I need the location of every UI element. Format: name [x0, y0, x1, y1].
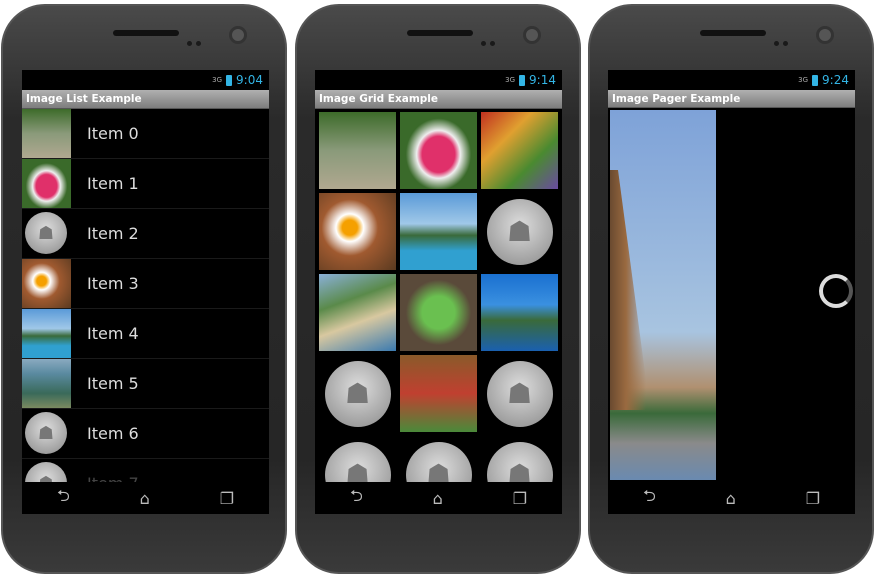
screen: 3G 9:14 Image Grid Example ☗ ☗ ☗ ☗ ☗ ☗ ⮌…	[315, 70, 562, 514]
grid-image[interactable]	[319, 274, 396, 351]
screen: 3G 9:04 Image List Example Item 0 Item 1…	[22, 70, 269, 514]
android-placeholder-icon: ☗	[25, 412, 67, 454]
recent-apps-button[interactable]: ❐	[513, 489, 527, 508]
phone-pager: 3G 9:24 Image Pager Example ⮌ ⌂ ❐	[588, 4, 874, 574]
battery-icon	[812, 74, 819, 86]
home-button[interactable]: ⌂	[726, 489, 736, 508]
list-item[interactable]: ☗ Item 6	[22, 409, 269, 459]
grid-image[interactable]	[400, 193, 477, 270]
grid-image[interactable]	[319, 193, 396, 270]
title-bar: Image Pager Example	[608, 90, 855, 108]
grid-image[interactable]	[400, 112, 477, 189]
image-list[interactable]: Item 0 Item 1 ☗ Item 2 Item 3 Item 4 Item…	[22, 109, 269, 509]
title-bar: Image Grid Example	[315, 90, 562, 109]
network-icon: 3G	[212, 76, 223, 84]
list-item[interactable]: ☗ Item 2	[22, 209, 269, 259]
grid-image[interactable]	[481, 112, 558, 189]
thumbnail	[22, 159, 71, 208]
sensors	[187, 31, 209, 46]
phone-grid: 3G 9:14 Image Grid Example ☗ ☗ ☗ ☗ ☗ ☗ ⮌…	[295, 4, 581, 574]
speaker	[407, 30, 473, 36]
back-button[interactable]: ⮌	[643, 485, 656, 512]
pager-image[interactable]	[610, 110, 716, 480]
thumbnail	[22, 109, 71, 158]
thumbnail: ☗	[22, 409, 71, 458]
clock: 9:24	[822, 73, 849, 87]
camera	[523, 26, 541, 44]
grid-image[interactable]	[400, 355, 477, 432]
nav-bar: ⮌ ⌂ ❐	[608, 482, 855, 514]
list-item[interactable]: Item 0	[22, 109, 269, 159]
grid-image[interactable]	[481, 274, 558, 351]
recent-apps-button[interactable]: ❐	[806, 489, 820, 508]
grid-image[interactable]	[400, 274, 477, 351]
grid-image[interactable]: ☗	[481, 355, 558, 432]
back-button[interactable]: ⮌	[350, 485, 363, 512]
clock: 9:04	[236, 73, 263, 87]
clock: 9:14	[529, 73, 556, 87]
grid-image[interactable]	[319, 112, 396, 189]
recent-apps-button[interactable]: ❐	[220, 489, 234, 508]
screen: 3G 9:24 Image Pager Example ⮌ ⌂ ❐	[608, 70, 855, 514]
android-placeholder-icon: ☗	[486, 198, 553, 265]
speaker	[700, 30, 766, 36]
network-icon: 3G	[505, 76, 516, 84]
item-label: Item 6	[87, 424, 139, 443]
item-label: Item 1	[87, 174, 139, 193]
thumbnail	[22, 359, 71, 408]
list-item[interactable]: Item 1	[22, 159, 269, 209]
phone-list: 3G 9:04 Image List Example Item 0 Item 1…	[1, 4, 287, 574]
status-bar: 3G 9:14	[315, 70, 562, 90]
list-item[interactable]: Item 3	[22, 259, 269, 309]
item-label: Item 0	[87, 124, 139, 143]
home-button[interactable]: ⌂	[140, 489, 150, 508]
battery-icon	[519, 74, 526, 86]
camera	[229, 26, 247, 44]
title-bar: Image List Example	[22, 90, 269, 109]
status-bar: 3G 9:04	[22, 70, 269, 90]
thumbnail	[22, 259, 71, 308]
list-item[interactable]: Item 5	[22, 359, 269, 409]
sensors	[481, 31, 503, 46]
sensors	[774, 31, 796, 46]
camera	[816, 26, 834, 44]
item-label: Item 3	[87, 274, 139, 293]
battery-icon	[226, 74, 233, 86]
item-label: Item 4	[87, 324, 139, 343]
list-item[interactable]: Item 4	[22, 309, 269, 359]
grid-image[interactable]: ☗	[319, 355, 396, 432]
thumbnail: ☗	[22, 209, 71, 258]
image-grid[interactable]: ☗ ☗ ☗ ☗ ☗ ☗	[315, 109, 562, 514]
item-label: Item 2	[87, 224, 139, 243]
android-placeholder-icon: ☗	[324, 360, 391, 427]
android-placeholder-icon: ☗	[486, 360, 553, 427]
loading-spinner	[819, 274, 853, 308]
thumbnail	[22, 309, 71, 358]
nav-bar: ⮌ ⌂ ❐	[315, 482, 562, 514]
nav-bar: ⮌ ⌂ ❐	[22, 482, 269, 514]
back-button[interactable]: ⮌	[57, 485, 70, 512]
speaker	[113, 30, 179, 36]
item-label: Item 5	[87, 374, 139, 393]
eiffel-tower-shape	[610, 170, 650, 410]
android-placeholder-icon: ☗	[25, 212, 67, 254]
grid-image[interactable]: ☗	[481, 193, 558, 270]
network-icon: 3G	[798, 76, 809, 84]
home-button[interactable]: ⌂	[433, 489, 443, 508]
status-bar: 3G 9:24	[608, 70, 855, 90]
